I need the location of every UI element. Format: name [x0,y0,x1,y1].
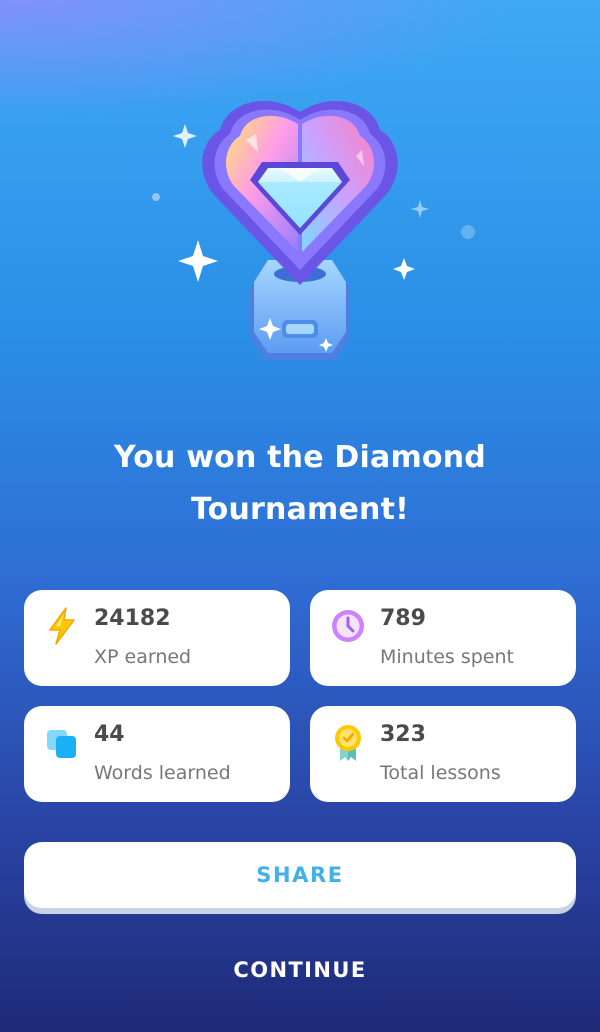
continue-button[interactable]: CONTINUE [150,948,450,992]
title-line-1: You won the Diamond [114,440,486,475]
sparkle-dot [461,225,475,239]
stat-card-words: 44 Words learned [24,706,290,802]
words-label: Words learned [94,762,231,784]
share-button[interactable]: SHARE [24,842,576,908]
cards-icon [47,730,76,758]
lessons-value: 323 [380,722,426,747]
lightning-bolt-icon [49,607,75,645]
stat-card-xp: 24182 XP earned [24,590,290,686]
minutes-label: Minutes spent [380,646,514,668]
clock-icon [332,610,364,642]
medal-icon [335,725,361,761]
stat-card-minutes: 789 Minutes spent [310,590,576,686]
tournament-result-screen: You won the Diamond Tournament! 24182 XP… [0,0,600,1032]
xp-label: XP earned [94,646,192,668]
xp-value: 24182 [94,606,171,631]
stat-card-lessons: 323 Total lessons [310,706,576,802]
title-line-2: Tournament! [190,492,410,527]
words-value: 44 [94,722,125,747]
page-title: You won the Diamond Tournament! [60,432,540,536]
diamond-trophy-icon [202,100,398,360]
lessons-label: Total lessons [380,762,501,784]
minutes-value: 789 [380,606,426,631]
